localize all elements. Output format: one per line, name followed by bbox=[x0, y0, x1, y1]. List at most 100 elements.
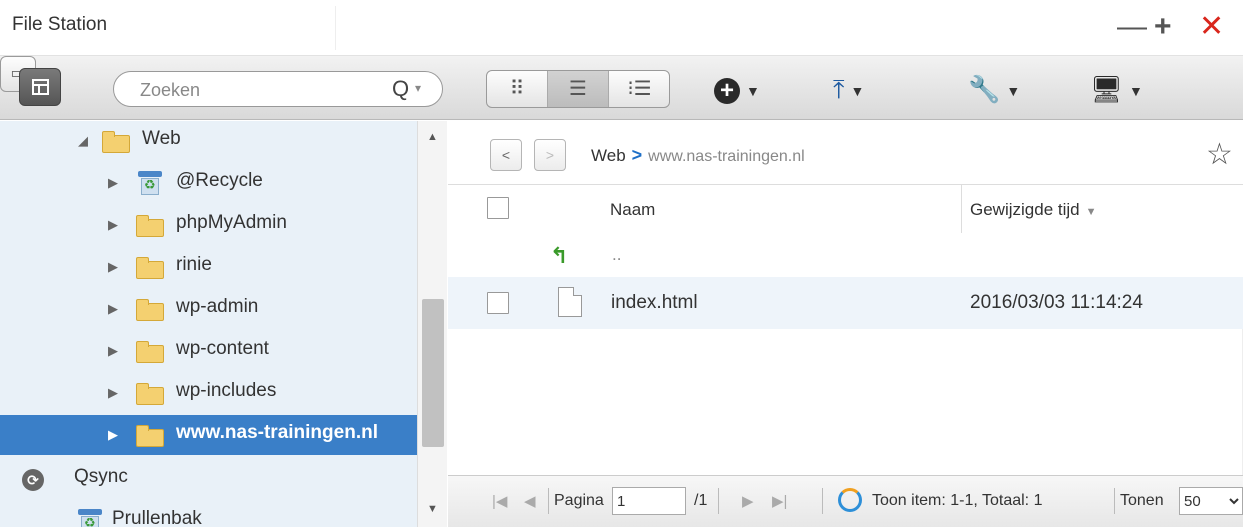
title-divider bbox=[335, 6, 336, 50]
list-view-button[interactable]: ☰ bbox=[548, 71, 609, 107]
collapsed-arrow-icon[interactable]: ▶ bbox=[108, 301, 118, 317]
chevron-down-icon: ▼ bbox=[746, 83, 760, 100]
tree-item-wp-admin[interactable]: ▶ wp-admin bbox=[0, 289, 417, 329]
list-icon: ☰ bbox=[569, 78, 587, 100]
next-page-icon[interactable]: ▶ bbox=[742, 492, 754, 510]
column-modified[interactable]: Gewijzigde tijd ▼ bbox=[970, 200, 1097, 220]
breadcrumb-separator-icon: > bbox=[631, 145, 643, 165]
sidebar-scrollbar[interactable]: ▲ ▼ bbox=[417, 121, 447, 527]
detail-list-icon: ⁝☰ bbox=[627, 78, 652, 100]
tree-item-phpmyadmin[interactable]: ▶ phpMyAdmin bbox=[0, 205, 417, 245]
file-name: index.html bbox=[611, 292, 698, 313]
back-button[interactable]: < bbox=[490, 139, 522, 171]
collapsed-arrow-icon[interactable]: ▶ bbox=[108, 385, 118, 401]
tree-item-label: Prullenbak bbox=[112, 508, 202, 527]
window-title: File Station bbox=[12, 14, 108, 35]
upload-icon: ⤒ bbox=[833, 74, 845, 104]
thumbnail-view-button[interactable]: ⠿ bbox=[487, 71, 548, 107]
last-page-icon[interactable]: ▶| bbox=[772, 492, 787, 510]
refresh-icon[interactable] bbox=[838, 488, 862, 512]
column-header: Naam Gewijzigde tijd ▼ bbox=[448, 185, 1243, 233]
minimize-icon[interactable]: — bbox=[1117, 12, 1147, 42]
tree-item-rinie[interactable]: ▶ rinie bbox=[0, 247, 417, 287]
pager-divider bbox=[718, 488, 719, 514]
grid-icon: ⠿ bbox=[509, 78, 525, 100]
tools-button[interactable]: 🔧 ▼ bbox=[968, 72, 1020, 106]
item-summary: Toon item: 1-1, Totaal: 1 bbox=[872, 492, 1043, 509]
first-page-icon[interactable]: |◀ bbox=[492, 492, 507, 510]
folder-icon bbox=[136, 215, 164, 237]
column-modified-label: Gewijzigde tijd bbox=[970, 200, 1080, 219]
collapsed-arrow-icon[interactable]: ▶ bbox=[108, 343, 118, 359]
page-label: Pagina bbox=[554, 492, 604, 509]
maximize-icon[interactable]: + bbox=[1154, 12, 1172, 42]
scroll-up-icon[interactable]: ▲ bbox=[427, 131, 438, 143]
parent-folder-label: .. bbox=[612, 245, 622, 264]
panel-toggle-button[interactable] bbox=[19, 68, 61, 106]
tree-item-recycle[interactable]: ▶ @Recycle bbox=[0, 163, 417, 203]
table-row[interactable]: index.html 2016/03/03 11:14:24 bbox=[448, 277, 1243, 329]
tree-item-label: @Recycle bbox=[176, 170, 263, 191]
tree-item-label: rinie bbox=[176, 254, 212, 275]
column-divider[interactable] bbox=[961, 185, 962, 233]
folder-icon bbox=[136, 425, 164, 447]
search-input[interactable] bbox=[140, 78, 360, 102]
tree-item-web[interactable]: ◢ Web bbox=[0, 121, 417, 161]
pagination-bar: |◀ ◀ Pagina /1 ▶ ▶| Toon item: 1-1, Tota… bbox=[448, 475, 1243, 527]
go-up-icon: ↰ bbox=[550, 243, 569, 268]
tree-item-prullenbak[interactable]: Prullenbak bbox=[0, 501, 417, 527]
star-icon[interactable]: ☆ bbox=[1206, 137, 1233, 172]
items-per-page-select[interactable]: 50 bbox=[1179, 487, 1243, 515]
collapsed-arrow-icon[interactable]: ▶ bbox=[108, 259, 118, 275]
toolbar: Q ▾ ⠿ ☰ ⁝☰ +▼ ⤒▼ 🔧▼ 🖥▼ ▭ bbox=[0, 56, 1243, 120]
tree-item-label: Web bbox=[142, 128, 181, 149]
create-button[interactable]: + ▼ bbox=[714, 72, 760, 106]
tree-item-label: phpMyAdmin bbox=[176, 212, 287, 233]
tree-item-wp-includes[interactable]: ▶ wp-includes bbox=[0, 373, 417, 413]
row-checkbox[interactable] bbox=[487, 292, 509, 314]
tree-item-nas-trainingen[interactable]: ▶ www.nas-trainingen.nl bbox=[0, 415, 417, 455]
plus-circle-icon: + bbox=[714, 78, 740, 105]
prev-page-icon[interactable]: ◀ bbox=[524, 492, 536, 510]
file-list-empty-area[interactable] bbox=[448, 329, 1243, 481]
collapsed-arrow-icon[interactable]: ▶ bbox=[108, 217, 118, 233]
folder-open-icon bbox=[102, 131, 130, 153]
file-icon bbox=[558, 287, 582, 317]
search-options-icon[interactable]: ▾ bbox=[415, 81, 421, 95]
close-icon[interactable]: ✕ bbox=[1199, 12, 1224, 42]
expanded-arrow-icon[interactable]: ◢ bbox=[78, 133, 88, 149]
file-modified-time: 2016/03/03 11:14:24 bbox=[970, 292, 1143, 313]
remote-mount-button[interactable]: 🖥 ▼ bbox=[1090, 72, 1143, 106]
recycle-bin-icon bbox=[78, 509, 102, 527]
pager-divider bbox=[822, 488, 823, 514]
collapsed-arrow-icon[interactable]: ▶ bbox=[108, 175, 118, 191]
tree-item-qsync[interactable]: ⟳ Qsync bbox=[0, 459, 417, 499]
breadcrumb-web[interactable]: Web bbox=[591, 146, 626, 165]
scroll-down-icon[interactable]: ▼ bbox=[427, 503, 438, 515]
folder-icon bbox=[136, 383, 164, 405]
search-box[interactable]: Q ▾ bbox=[113, 71, 443, 107]
show-label: Tonen bbox=[1120, 492, 1164, 509]
tree-item-label: wp-includes bbox=[176, 380, 277, 401]
select-all-checkbox[interactable] bbox=[487, 197, 509, 219]
address-bar: < > Web > www.nas-trainingen.nl ☆ bbox=[448, 121, 1243, 185]
tree-item-wp-content[interactable]: ▶ wp-content bbox=[0, 331, 417, 371]
scrollbar-thumb[interactable] bbox=[422, 299, 444, 447]
parent-folder-row[interactable]: ↰ .. bbox=[448, 233, 1243, 277]
sidebar-layout-icon bbox=[32, 79, 49, 95]
folder-icon bbox=[136, 257, 164, 279]
detail-view-button[interactable]: ⁝☰ bbox=[609, 71, 669, 107]
chevron-down-icon: ▼ bbox=[1006, 83, 1021, 100]
collapsed-arrow-icon[interactable]: ▶ bbox=[108, 427, 118, 443]
view-mode-group: ⠿ ☰ ⁝☰ bbox=[486, 70, 670, 108]
sort-desc-icon: ▼ bbox=[1085, 206, 1097, 218]
forward-button[interactable]: > bbox=[534, 139, 566, 171]
column-name[interactable]: Naam bbox=[610, 200, 655, 220]
file-list-panel: < > Web > www.nas-trainingen.nl ☆ Naam Gew… bbox=[448, 121, 1243, 527]
monitor-icon: 🖥 bbox=[1090, 74, 1124, 104]
page-number-input[interactable] bbox=[612, 487, 686, 515]
breadcrumb-current[interactable]: www.nas-trainingen.nl bbox=[648, 148, 805, 165]
upload-button[interactable]: ⤒ ▼ bbox=[833, 72, 864, 106]
tree-item-label: www.nas-trainingen.nl bbox=[176, 422, 378, 443]
search-icon[interactable]: Q bbox=[392, 76, 409, 102]
